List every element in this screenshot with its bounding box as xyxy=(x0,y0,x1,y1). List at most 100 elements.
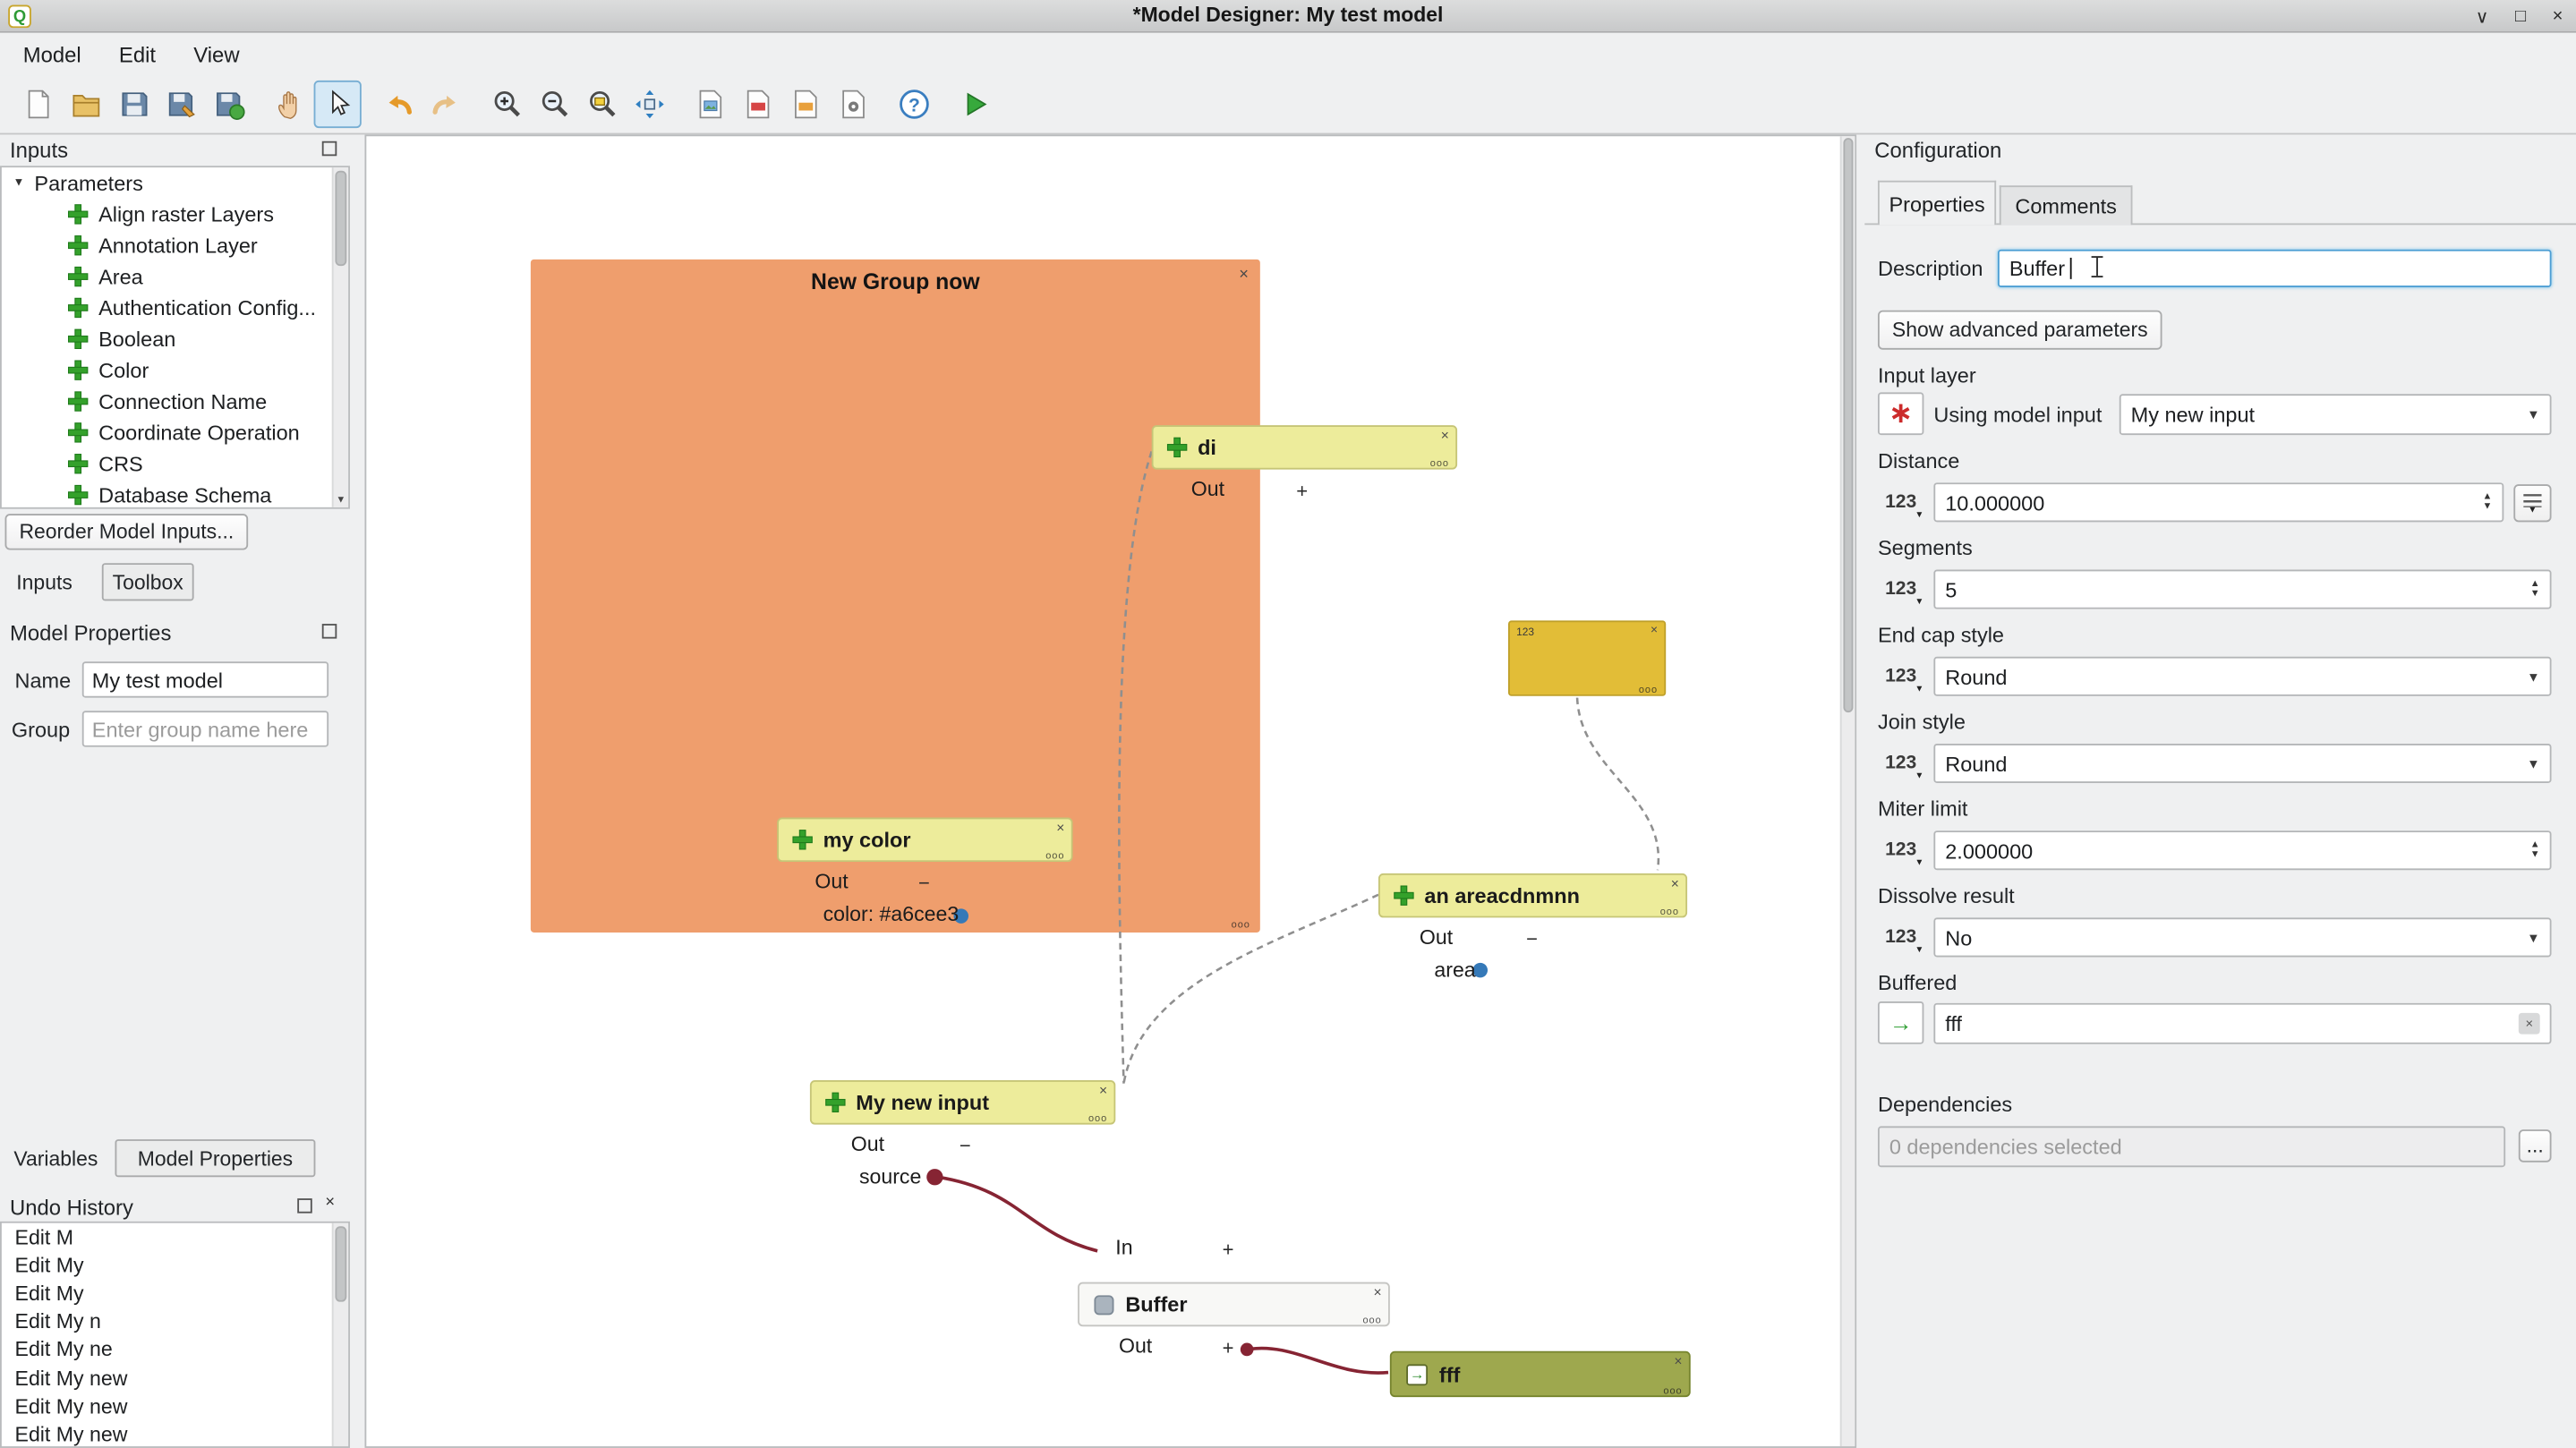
model-name-input[interactable]: My test model xyxy=(82,661,328,697)
tree-item[interactable]: Coordinate Operation xyxy=(2,417,348,448)
tab-toolbox[interactable]: Toolbox xyxy=(102,563,194,600)
node-area-out-toggle[interactable]: − xyxy=(1526,927,1538,950)
show-advanced-parameters-button[interactable]: Show advanced parameters xyxy=(1878,311,2162,350)
tab-variables[interactable]: Variables xyxy=(6,1141,105,1176)
tab-comments[interactable]: Comments xyxy=(2000,185,2133,225)
canvas-scrollbar[interactable] xyxy=(1840,136,1855,1446)
node-buffer[interactable]: Buffer × ooo xyxy=(1078,1282,1390,1327)
menu-view[interactable]: View xyxy=(191,38,243,70)
dissolve-result-combo[interactable]: No▼ xyxy=(1933,917,2551,957)
tab-properties[interactable]: Properties xyxy=(1878,181,1996,226)
tree-item[interactable]: Database Schema xyxy=(2,480,348,509)
close-icon[interactable]: × xyxy=(2553,6,2563,26)
tree-scrollbar[interactable]: ▼ xyxy=(332,167,348,507)
undo-history-item[interactable]: Edit My new xyxy=(2,1420,348,1448)
export-as-image-icon[interactable] xyxy=(687,81,734,128)
undo-icon[interactable] xyxy=(374,81,422,128)
node-fff[interactable]: → fff × ooo xyxy=(1390,1351,1691,1397)
tree-item[interactable]: Align raster Layers xyxy=(2,199,348,230)
segments-spinbox[interactable]: 5 ▲▼ xyxy=(1933,570,2551,609)
undo-history-item[interactable]: Edit M xyxy=(2,1223,348,1252)
number-type-icon[interactable]: 123▼ xyxy=(1878,917,1923,957)
zoom-full-icon[interactable] xyxy=(578,81,626,128)
export-as-svg-icon[interactable] xyxy=(782,81,830,128)
scroll-down-icon[interactable]: ▼ xyxy=(334,496,349,506)
minimize-icon[interactable]: ∨ xyxy=(2476,5,2489,27)
undo-scrollbar[interactable] xyxy=(332,1223,348,1446)
number-type-icon[interactable]: 123▼ xyxy=(1878,570,1923,609)
undo-history-item[interactable]: Edit My ne xyxy=(2,1336,348,1365)
join-style-combo[interactable]: Round▼ xyxy=(1933,744,2551,783)
tab-model-properties[interactable]: Model Properties xyxy=(115,1139,315,1177)
zoom-out-icon[interactable] xyxy=(531,81,578,128)
number-type-icon[interactable]: 123▼ xyxy=(1878,830,1923,870)
tree-item[interactable]: Boolean xyxy=(2,323,348,354)
node-buffer-out-toggle[interactable]: + xyxy=(1223,1336,1234,1359)
model-group-input[interactable]: Enter group name here xyxy=(82,711,328,746)
input-layer-combo[interactable]: My new input▼ xyxy=(2120,394,2552,435)
tree-item[interactable]: CRS xyxy=(2,448,348,480)
node-di-out-toggle[interactable]: + xyxy=(1296,480,1308,503)
remove-node-icon[interactable]: × xyxy=(1056,819,1064,835)
undo-history-item[interactable]: Edit My new xyxy=(2,1364,348,1393)
menu-edit[interactable]: Edit xyxy=(115,38,158,70)
zoom-in-icon[interactable] xyxy=(483,81,531,128)
remove-node-icon[interactable]: × xyxy=(1441,427,1449,443)
remove-node-icon[interactable]: × xyxy=(1674,1353,1682,1369)
node-di[interactable]: di × ooo xyxy=(1152,425,1457,470)
reorder-model-inputs-button[interactable]: Reorder Model Inputs... xyxy=(5,514,249,549)
save-model-icon[interactable] xyxy=(110,81,158,128)
export-as-pdf-icon[interactable] xyxy=(734,81,781,128)
undo-history-item[interactable]: Edit My xyxy=(2,1251,348,1280)
buffered-input[interactable]: fff × xyxy=(1933,1003,2551,1044)
end-cap-style-combo[interactable]: Round▼ xyxy=(1933,657,2551,696)
model-canvas[interactable]: New Group now × ooo di × ooo Out + 123 xyxy=(364,134,1856,1448)
number-type-icon[interactable]: 123▼ xyxy=(1878,482,1923,522)
tree-item[interactable]: Authentication Config... xyxy=(2,293,348,324)
node-comment[interactable]: 123 × ooo xyxy=(1508,620,1666,695)
expander-icon[interactable]: ▼ xyxy=(13,177,25,189)
node-my-color[interactable]: my color × ooo xyxy=(777,818,1072,863)
save-model-in-project-icon[interactable] xyxy=(205,81,252,128)
zoom-to-selection-icon[interactable] xyxy=(626,81,673,128)
remove-node-icon[interactable]: × xyxy=(1099,1082,1107,1098)
tab-inputs[interactable]: Inputs xyxy=(6,565,81,600)
undo-history-item[interactable]: Edit My n xyxy=(2,1307,348,1336)
remove-node-icon[interactable]: × xyxy=(1671,875,1679,891)
undo-history-item[interactable]: Edit My new xyxy=(2,1393,348,1421)
clear-field-icon[interactable]: × xyxy=(2519,1013,2540,1035)
description-input[interactable]: Buffer xyxy=(1998,250,2552,287)
tree-root-parameters[interactable]: ▼ Parameters xyxy=(2,167,348,199)
node-my-new-input-out-toggle[interactable]: − xyxy=(960,1135,971,1158)
node-buffer-in-toggle[interactable]: + xyxy=(1223,1238,1234,1261)
save-model-as-icon[interactable] xyxy=(158,81,205,128)
export-as-script-icon[interactable] xyxy=(830,81,877,128)
help-icon[interactable]: ? xyxy=(891,81,938,128)
miter-limit-spinbox[interactable]: 2.000000 ▲▼ xyxy=(1933,830,2551,870)
new-model-icon[interactable] xyxy=(15,81,63,128)
open-model-icon[interactable] xyxy=(63,81,110,128)
redo-icon[interactable] xyxy=(422,81,470,128)
menu-model[interactable]: Model xyxy=(20,38,84,70)
undo-history-item[interactable]: Edit My xyxy=(2,1280,348,1308)
dependencies-field[interactable]: 0 dependencies selected xyxy=(1878,1126,2505,1167)
remove-node-icon[interactable]: × xyxy=(1374,1284,1382,1300)
node-an-areacdnmnn[interactable]: an areacdnmnn × ooo xyxy=(1378,873,1687,918)
select-tool-icon[interactable] xyxy=(314,81,362,128)
number-type-icon[interactable]: 123▼ xyxy=(1878,744,1923,783)
node-my-color-out-toggle[interactable]: − xyxy=(918,872,930,895)
float-dock-icon[interactable] xyxy=(297,1198,312,1214)
distance-spinbox[interactable]: 10.000000 ▲▼ xyxy=(1933,482,2503,522)
tree-item[interactable]: Color xyxy=(2,354,348,386)
tree-item[interactable]: Connection Name xyxy=(2,386,348,417)
number-type-icon[interactable]: 123▼ xyxy=(1878,657,1923,696)
dependencies-more-button[interactable]: ... xyxy=(2519,1129,2552,1163)
remove-node-icon[interactable]: × xyxy=(1651,622,1658,637)
pan-tool-icon[interactable] xyxy=(266,81,313,128)
tree-item[interactable]: Area xyxy=(2,261,348,293)
close-dock-icon[interactable]: × xyxy=(325,1194,335,1212)
float-dock-icon[interactable] xyxy=(322,624,337,639)
data-defined-override-button[interactable]: ▼ xyxy=(2513,484,2551,522)
run-model-icon[interactable] xyxy=(951,81,999,128)
tree-item[interactable]: Annotation Layer xyxy=(2,230,348,261)
